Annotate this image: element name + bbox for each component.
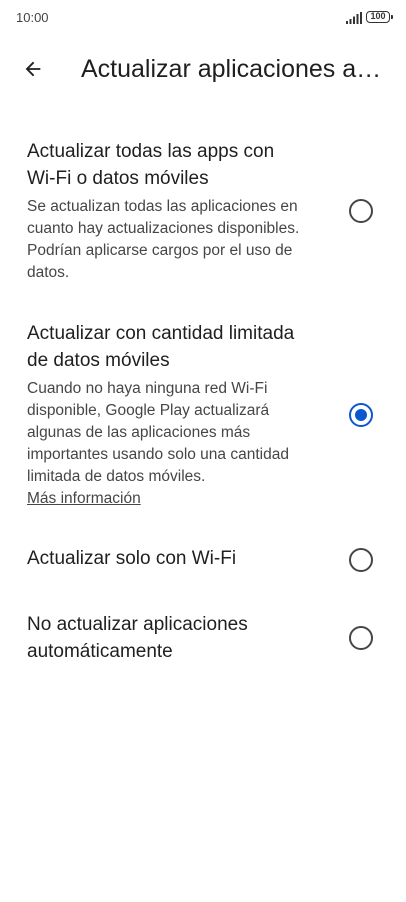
option-text: Actualizar todas las apps con Wi-Fi o da… — [27, 138, 307, 284]
back-button[interactable] — [16, 52, 50, 86]
option-description: Cuando no haya ninguna red Wi-Fi disponi… — [27, 380, 289, 485]
learn-more-link[interactable]: Más información — [27, 488, 141, 510]
signal-icon — [346, 11, 362, 24]
option-text: Actualizar solo con Wi-Fi — [27, 545, 307, 572]
battery-icon: 100 — [366, 11, 393, 23]
radio-no-auto-update[interactable] — [349, 626, 373, 650]
option-title: No actualizar aplicaciones automáticamen… — [27, 614, 248, 662]
arrow-back-icon — [25, 61, 41, 77]
radio-limited-data[interactable] — [349, 403, 373, 427]
option-text: Actualizar con cantidad limitada de dato… — [27, 320, 307, 510]
status-bar: 10:00 100 — [0, 0, 406, 38]
option-no-auto-update[interactable]: No actualizar aplicaciones automáticamen… — [0, 611, 406, 671]
option-title: Actualizar todas las apps con Wi-Fi o da… — [27, 141, 275, 189]
option-all-networks[interactable]: Actualizar todas las apps con Wi-Fi o da… — [0, 138, 406, 288]
option-title: Actualizar solo con Wi-Fi — [27, 548, 237, 569]
option-description: Se actualizan todas las aplicaciones en … — [27, 198, 300, 281]
option-limited-data[interactable]: Actualizar con cantidad limitada de dato… — [0, 320, 406, 515]
status-icons: 100 — [346, 11, 393, 24]
radio-all-networks[interactable] — [349, 199, 373, 223]
option-text: No actualizar aplicaciones automáticamen… — [27, 611, 307, 665]
status-time: 10:00 — [16, 10, 49, 25]
app-bar: Actualizar aplicaciones automáticamente — [0, 44, 406, 94]
option-wifi-only[interactable]: Actualizar solo con Wi-Fi — [0, 545, 406, 577]
radio-wifi-only[interactable] — [349, 548, 373, 572]
page-title: Actualizar aplicaciones automáticamente — [81, 55, 395, 83]
option-title: Actualizar con cantidad limitada de dato… — [27, 323, 295, 371]
